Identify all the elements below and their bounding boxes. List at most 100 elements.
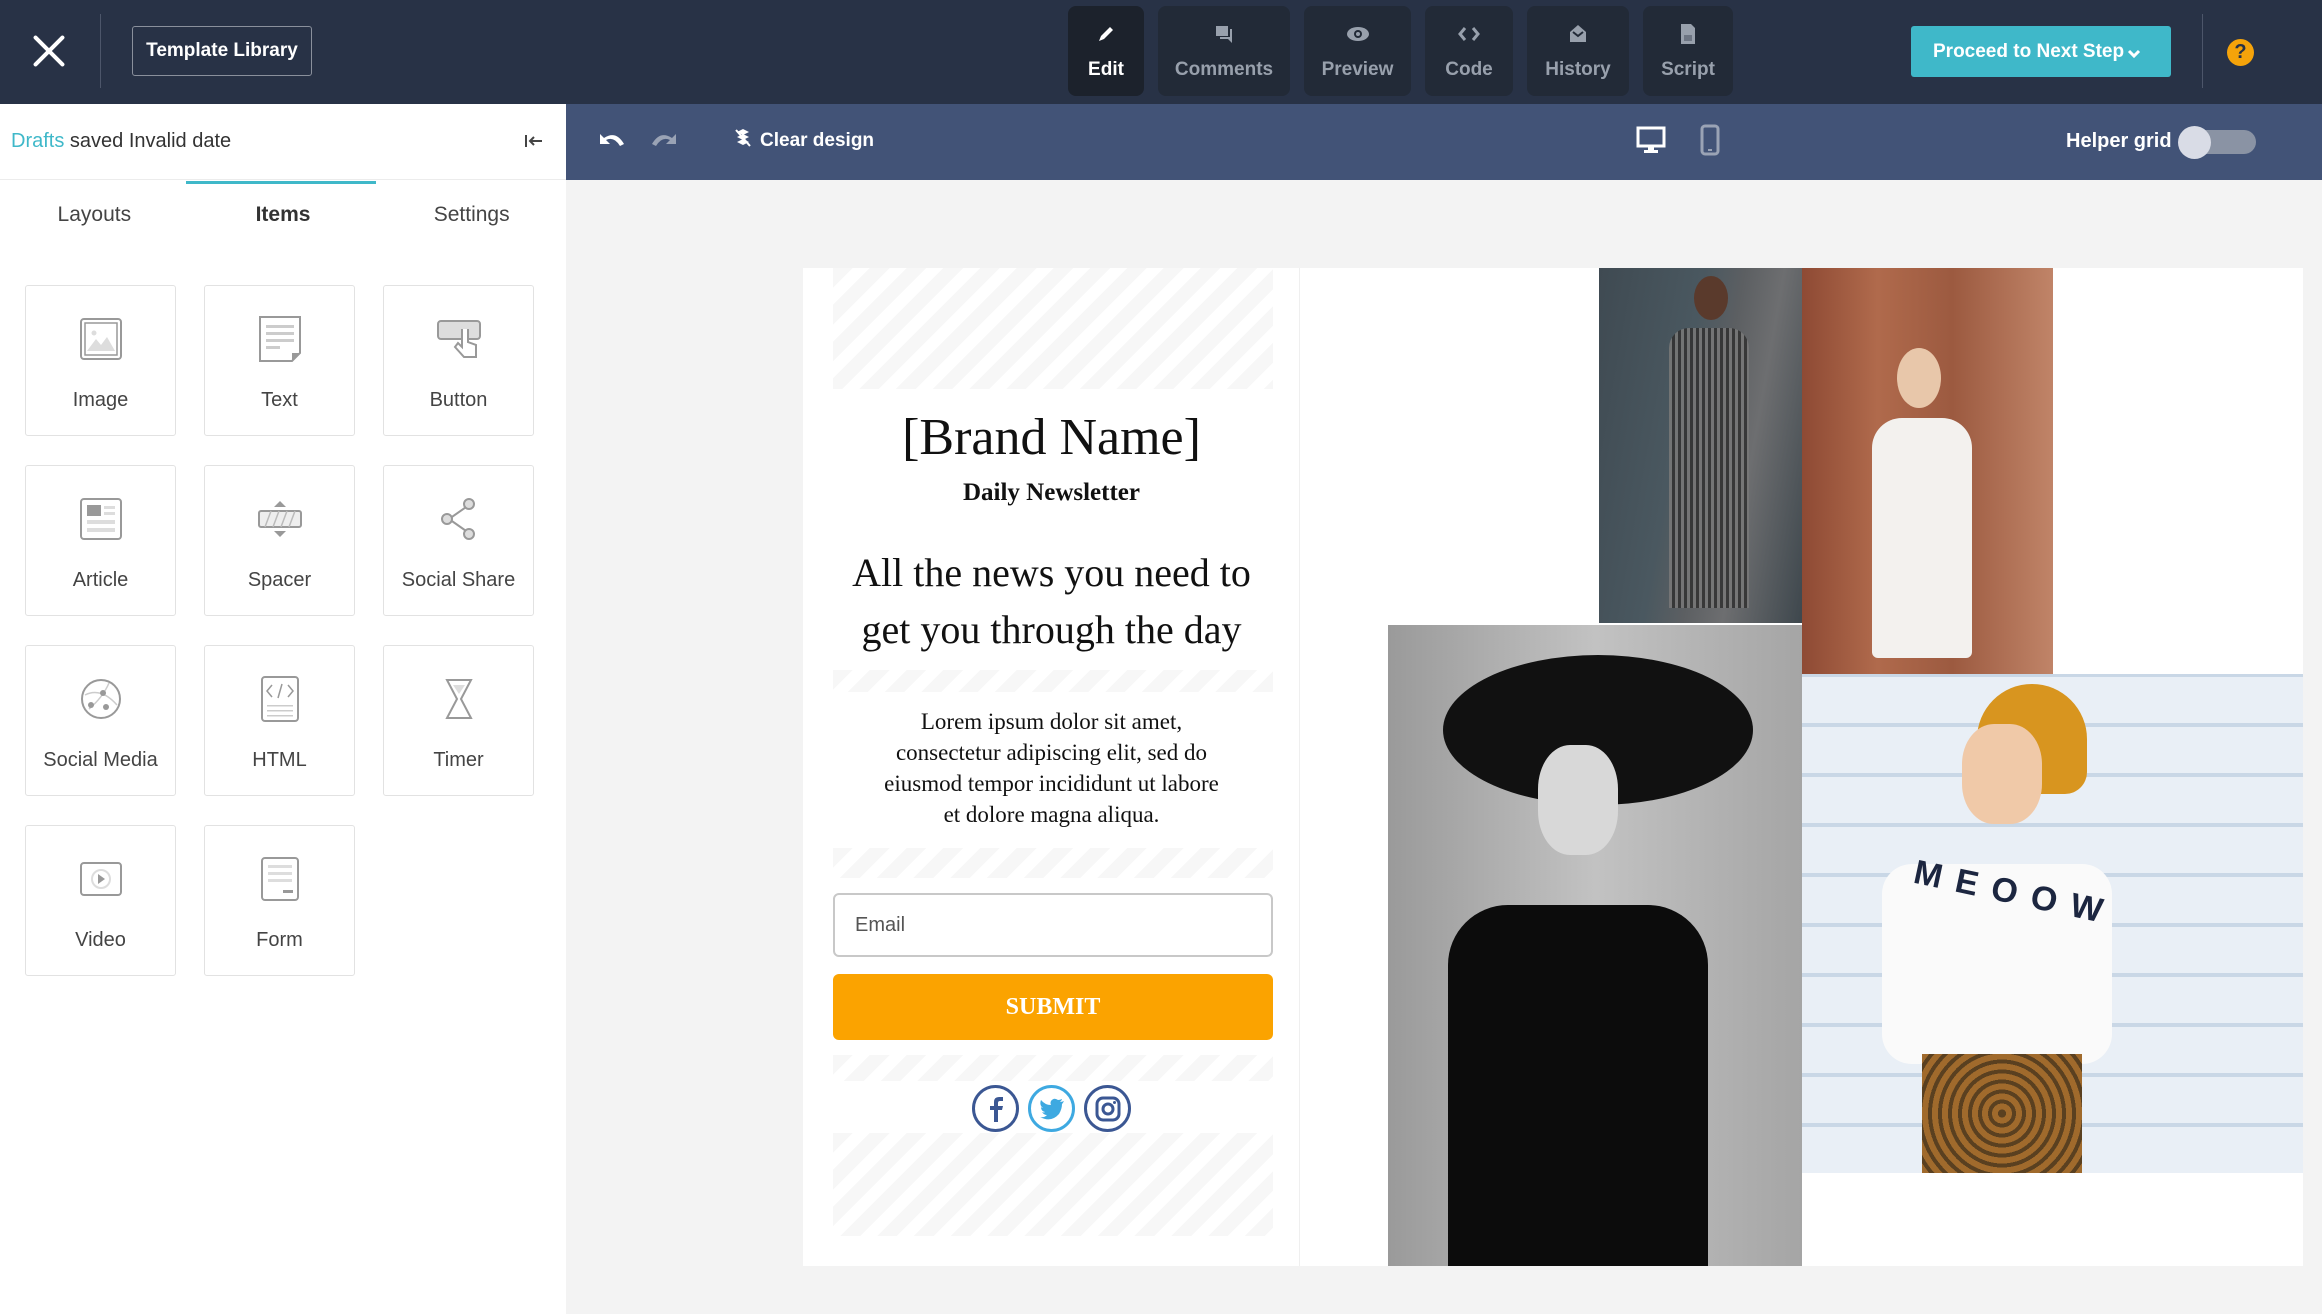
comments-icon <box>1211 21 1237 47</box>
spacer-block[interactable] <box>833 670 1273 692</box>
chevron-down-icon[interactable] <box>2127 43 2141 65</box>
headline-line: get you through the day <box>861 607 1242 652</box>
fashion-photo-4[interactable]: MEOOW <box>1802 674 2303 1173</box>
body-line: et dolore magna aliqua. <box>943 802 1160 827</box>
item-social-share[interactable]: Social Share <box>383 465 534 616</box>
tab-label: Comments <box>1174 59 1274 80</box>
tab-code[interactable]: Code <box>1425 6 1513 96</box>
body-line: Lorem ipsum dolor sit amet, <box>920 709 1183 734</box>
item-form[interactable]: Form <box>204 825 355 976</box>
help-icon[interactable]: ? <box>2227 39 2254 66</box>
tab-items[interactable]: Items <box>189 180 378 256</box>
fashion-photo-2[interactable] <box>1802 268 2053 674</box>
text-icon <box>256 315 304 363</box>
tab-edit[interactable]: Edit <box>1068 6 1144 96</box>
fashion-photo-1[interactable] <box>1599 268 1802 623</box>
article-icon <box>77 495 125 543</box>
headline-line: All the news you need to <box>852 550 1251 595</box>
body-line: eiusmod tempor incididunt ut labore <box>884 771 1219 796</box>
helper-grid-toggle[interactable] <box>2178 126 2256 159</box>
spacer-block[interactable] <box>833 268 1273 389</box>
body-text[interactable]: Lorem ipsum dolor sit amet, consectetur … <box>803 706 1300 830</box>
tab-settings[interactable]: Settings <box>377 180 566 256</box>
drafts-link[interactable]: Drafts <box>11 130 64 153</box>
tab-history[interactable]: History <box>1527 6 1629 96</box>
photo-detail <box>1922 1054 2082 1173</box>
twitter-icon[interactable] <box>1028 1085 1075 1132</box>
tab-layouts[interactable]: Layouts <box>0 180 189 256</box>
item-label: Form <box>256 929 303 951</box>
item-social-media[interactable]: Social Media <box>25 645 176 796</box>
item-video[interactable]: Video <box>25 825 176 976</box>
close-icon[interactable] <box>30 32 68 70</box>
photo-detail <box>1962 724 2042 824</box>
tab-label: History <box>1545 59 1611 80</box>
photo-detail <box>1538 745 1618 855</box>
clear-design-icon <box>734 128 752 154</box>
submit-button[interactable]: SUBMIT <box>833 974 1273 1040</box>
helper-grid-label: Helper grid <box>2066 130 2172 152</box>
item-label: Button <box>429 389 488 411</box>
image-icon <box>77 315 125 363</box>
sidebar-tabs: Layouts Items Settings <box>0 180 566 256</box>
mode-tabs: Edit Comments Preview Code History Scrip… <box>1068 6 1733 96</box>
item-html[interactable]: HTML <box>204 645 355 796</box>
template-library-button[interactable]: Template Library <box>132 26 312 76</box>
item-label: Video <box>75 929 126 951</box>
pencil-icon <box>1093 21 1119 47</box>
clear-design-label: Clear design <box>760 130 875 151</box>
history-icon <box>1565 21 1591 47</box>
proceed-label: Proceed to Next Step <box>1933 40 2125 62</box>
email-input[interactable]: Email <box>833 893 1273 957</box>
spacer-block[interactable] <box>833 1133 1273 1236</box>
social-icons <box>803 1085 1300 1132</box>
desktop-view-icon[interactable] <box>1636 126 1666 159</box>
item-image[interactable]: Image <box>25 285 176 436</box>
spacer-block[interactable] <box>833 848 1273 878</box>
draft-status: Drafts saved Invalid date <box>0 104 566 180</box>
item-label: Social Share <box>401 569 516 591</box>
share-icon <box>435 495 483 543</box>
headline[interactable]: All the news you need to get you through… <box>803 544 1300 658</box>
spacer-block[interactable] <box>833 1055 1273 1081</box>
proceed-button[interactable]: Proceed to Next Step <box>1911 26 2171 77</box>
clear-design-button[interactable]: Clear design <box>734 128 874 154</box>
instagram-icon[interactable] <box>1084 1085 1131 1132</box>
facebook-icon[interactable] <box>972 1085 1019 1132</box>
fashion-photo-3[interactable] <box>1388 625 1802 1266</box>
photo-detail <box>1897 348 1941 408</box>
photo-detail <box>1669 328 1749 608</box>
redo-icon[interactable] <box>650 130 680 157</box>
tab-preview[interactable]: Preview <box>1304 6 1411 96</box>
photo-detail <box>1694 276 1728 320</box>
collapse-sidebar-icon[interactable] <box>524 132 544 155</box>
hourglass-icon <box>435 675 483 723</box>
undo-icon[interactable] <box>596 130 626 157</box>
active-tab-indicator <box>186 181 376 184</box>
code-icon <box>1456 21 1482 47</box>
tab-label: Preview <box>1321 59 1394 80</box>
newsletter-column: [Brand Name] Daily Newsletter All the ne… <box>803 268 1300 1266</box>
tab-label: Edit <box>1088 59 1124 80</box>
item-timer[interactable]: Timer <box>383 645 534 796</box>
html-icon <box>256 675 304 723</box>
mobile-view-icon[interactable] <box>1700 124 1720 161</box>
item-label: Social Media <box>43 749 158 771</box>
newsletter-subtitle[interactable]: Daily Newsletter <box>803 479 1300 507</box>
brand-name[interactable]: [Brand Name] <box>803 408 1300 467</box>
tab-label: Code <box>1445 59 1493 80</box>
item-button[interactable]: Button <box>383 285 534 436</box>
tab-script[interactable]: Script <box>1643 6 1733 96</box>
item-article[interactable]: Article <box>25 465 176 616</box>
spacer-icon <box>256 495 304 543</box>
photo-detail <box>1872 418 1972 658</box>
eye-icon <box>1345 21 1371 47</box>
item-text[interactable]: Text <box>204 285 355 436</box>
divider <box>2202 14 2203 88</box>
sidebar: Drafts saved Invalid date Layouts Items … <box>0 104 566 1314</box>
item-label: Spacer <box>247 569 312 591</box>
item-label: Article <box>72 569 129 591</box>
tab-comments[interactable]: Comments <box>1158 6 1290 96</box>
item-spacer[interactable]: Spacer <box>204 465 355 616</box>
globe-network-icon <box>77 675 125 723</box>
